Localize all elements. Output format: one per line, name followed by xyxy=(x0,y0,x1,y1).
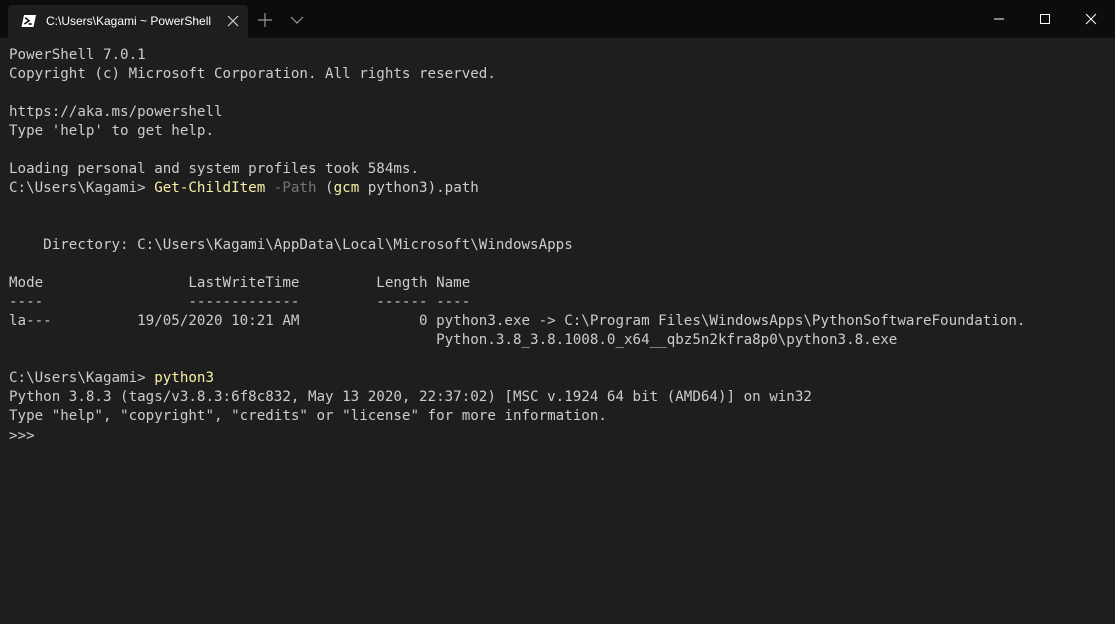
repl-prompt: >>> xyxy=(9,428,44,444)
command-line: C:\Users\Kagami> python3 xyxy=(9,369,1025,388)
directory-line: Directory: C:\Users\Kagami\AppData\Local… xyxy=(9,237,573,253)
powershell-icon xyxy=(21,14,37,28)
table-header: Mode LastWriteTime Length Name xyxy=(9,275,471,291)
url-line: https://aka.ms/powershell xyxy=(9,104,223,120)
python-version-line: Python 3.8.3 (tags/v3.8.3:6f8c832, May 1… xyxy=(9,389,812,405)
prompt: C:\Users\Kagami> xyxy=(9,370,155,386)
profile-load-line: Loading personal and system profiles too… xyxy=(9,161,419,177)
version-line: PowerShell 7.0.1 xyxy=(9,47,146,63)
table-rule: ---- ------------- ------ ---- xyxy=(9,294,471,310)
cmdlet-name: Get-ChildItem xyxy=(154,180,266,196)
argument-rest: python3).path xyxy=(359,180,479,196)
argument-open: ( xyxy=(316,180,334,196)
plus-icon[interactable] xyxy=(256,11,274,29)
table-row: la--- 19/05/2020 10:21 AM 0 python3.exe … xyxy=(9,313,1026,329)
chevron-down-icon[interactable] xyxy=(289,13,305,27)
close-icon[interactable] xyxy=(226,14,240,28)
terminal-buffer: PowerShell 7.0.1 Copyright (c) Microsoft … xyxy=(9,46,1025,445)
copyright-line: Copyright (c) Microsoft Corporation. All… xyxy=(9,66,496,82)
tab-powershell[interactable]: C:\Users\Kagami ~ PowerShell 7 xyxy=(8,5,248,38)
tab-title: C:\Users\Kagami ~ PowerShell 7 xyxy=(46,14,214,28)
table-row-continuation: Python.3.8_3.8.1008.0_x64__qbz5n2kfra8p0… xyxy=(9,332,898,348)
minimize-icon xyxy=(994,18,1004,20)
close-icon xyxy=(1085,13,1097,25)
close-button[interactable] xyxy=(1068,0,1114,38)
repl-line[interactable]: >>> xyxy=(9,426,1025,445)
title-bar[interactable]: C:\Users\Kagami ~ PowerShell 7 xyxy=(0,0,1115,38)
maximize-button[interactable] xyxy=(1022,0,1068,38)
prompt: C:\Users\Kagami> xyxy=(9,180,155,196)
help-hint-line: Type 'help' to get help. xyxy=(9,123,214,139)
terminal-window: C:\Users\Kagami ~ PowerShell 7 PowerShel… xyxy=(0,0,1115,624)
python-info-line: Type "help", "copyright", "credits" or "… xyxy=(9,408,607,424)
text-cursor xyxy=(43,426,52,443)
command-name: python3 xyxy=(154,370,215,386)
command-line: C:\Users\Kagami> Get-ChildItem -Path (gc… xyxy=(9,179,1025,198)
parameter-name: -Path xyxy=(265,180,317,196)
maximize-icon xyxy=(1040,14,1050,24)
minimize-button[interactable] xyxy=(976,0,1022,38)
subcommand-name: gcm xyxy=(333,180,360,196)
terminal-output[interactable]: PowerShell 7.0.1 Copyright (c) Microsoft … xyxy=(0,38,1115,624)
